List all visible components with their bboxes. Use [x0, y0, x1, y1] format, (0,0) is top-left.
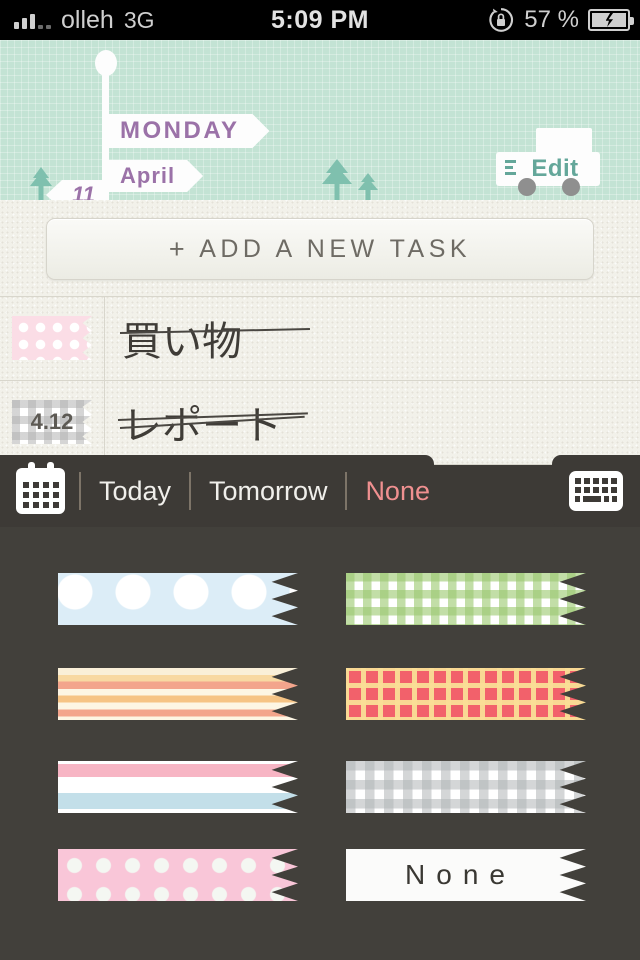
tree-icon [26, 167, 56, 200]
weekday-sign: MONDAY [108, 114, 269, 148]
keyboard-icon[interactable] [569, 471, 623, 511]
task-tape-pink-polka-dot[interactable] [12, 316, 92, 360]
truck-wheel-icon [518, 178, 536, 196]
battery-percent-label: 57 % [524, 6, 579, 33]
tape-swatch-green-gingham[interactable] [346, 573, 586, 625]
tree-icon [318, 159, 356, 200]
calendar-icon[interactable] [16, 462, 65, 514]
task-title-cell[interactable]: 買い物 [104, 309, 640, 367]
tomorrow-button[interactable]: Tomorrow [205, 476, 332, 507]
truck-speed-lines-icon [505, 160, 516, 178]
toolbar-divider [189, 472, 191, 510]
tree-icon [355, 173, 381, 200]
tape-swatch-grid: None [0, 527, 640, 960]
add-new-task-label: ADD A NEW TASK [199, 234, 472, 263]
tape-swatch-none[interactable]: None [346, 849, 586, 901]
table-row[interactable]: 4.12 レポート [0, 380, 640, 464]
today-button[interactable]: Today [95, 476, 175, 507]
status-bar-right: 57 % [487, 6, 634, 34]
truck-cab-icon [536, 128, 592, 154]
task-title: 買い物 [122, 319, 242, 365]
tape-swatch-pink-polka-dot[interactable] [58, 849, 298, 901]
tape-swatch-label: None [405, 859, 516, 890]
tape-swatch-orange-stripe[interactable] [58, 668, 298, 720]
tape-picker-panel: None [0, 527, 640, 960]
signpost-pole-icon [102, 62, 109, 200]
add-new-task-button[interactable]: + ADD A NEW TASK [46, 218, 594, 280]
table-row[interactable]: 買い物 [0, 296, 640, 380]
month-sign: April [108, 160, 203, 192]
rotation-lock-icon [487, 6, 515, 34]
date-toolbar: Today Tomorrow None [0, 455, 640, 527]
toolbar-divider [345, 472, 348, 510]
task-list-paper: + ADD A NEW TASK 買い物 4.12 レポート [0, 200, 640, 466]
task-tape-gray-gingham[interactable]: 4.12 [12, 400, 92, 444]
none-date-button[interactable]: None [361, 476, 434, 507]
date-toolbar-right-panel [552, 455, 640, 527]
date-toolbar-left-panel: Today Tomorrow None [0, 455, 434, 527]
task-tape-cell[interactable]: 4.12 [0, 400, 104, 444]
tape-swatch-pink-blue-stripe[interactable] [58, 761, 298, 813]
tape-swatch-red-grid[interactable] [346, 668, 586, 720]
edit-button[interactable]: Edit [496, 128, 600, 196]
date-header: MONDAY April 11 Edit [0, 40, 640, 200]
plus-icon: + [168, 233, 190, 264]
task-title-cell[interactable]: レポート [104, 393, 640, 451]
truck-wheel-icon [562, 178, 580, 196]
battery-charging-icon [588, 9, 634, 31]
task-tape-cell[interactable] [0, 316, 104, 360]
toolbar-divider [78, 472, 81, 510]
tape-swatch-gray-gingham[interactable] [346, 761, 586, 813]
task-tape-label: 4.12 [30, 409, 74, 434]
status-bar: olleh 3G 5:09 PM 57 % [0, 0, 640, 40]
tape-swatch-blue-polka-dot[interactable] [58, 573, 298, 625]
